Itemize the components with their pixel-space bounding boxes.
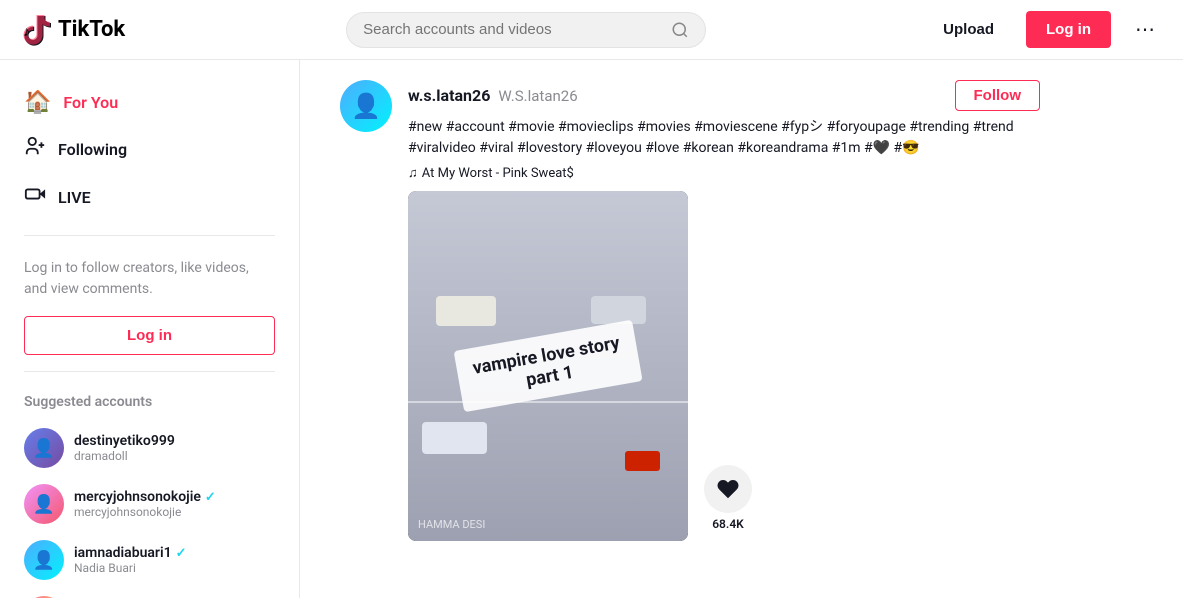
account-username: mercyjohnsonokojie ✓ <box>74 489 216 505</box>
sidebar: 🏠 For You Following LIVE <box>0 60 300 598</box>
following-icon <box>24 135 46 163</box>
video-watermark: HAMMA DESI <box>418 518 485 531</box>
account-handle: Nadia Buari <box>74 561 186 575</box>
verified-icon: ✓ <box>205 490 216 505</box>
list-item[interactable]: 👤 destinyetiko999 dramadoll <box>0 420 299 476</box>
search-icon <box>671 21 689 39</box>
search-input[interactable] <box>363 21 663 38</box>
sidebar-item-live[interactable]: LIVE <box>0 173 299 221</box>
post-container: 👤 w.s.latan26 W.S.latan26 Follow #new #a… <box>340 80 1040 541</box>
like-button[interactable]: 68.4K <box>704 465 752 531</box>
car-prop <box>436 296 496 326</box>
header-right: Upload Log in ⋯ <box>927 11 1163 48</box>
avatar: 👤 <box>24 484 64 524</box>
heart-icon <box>716 477 740 501</box>
post-description: #new #account #movie #movieclips #movies… <box>408 117 1040 159</box>
account-username: destinyetiko999 <box>74 433 175 449</box>
music-note-icon: ♫ <box>408 165 418 181</box>
login-button[interactable]: Log in <box>1026 11 1111 48</box>
feed: 👤 w.s.latan26 W.S.latan26 Follow #new #a… <box>300 60 1183 598</box>
logo-text: TikTok <box>58 17 125 42</box>
like-icon-circle <box>704 465 752 513</box>
car-prop <box>591 296 646 324</box>
account-info: iamnadiabuari1 ✓ Nadia Buari <box>74 545 186 575</box>
logo: ♪ TikTok <box>20 14 125 46</box>
more-options-button[interactable]: ⋯ <box>1127 13 1163 46</box>
sidebar-divider-2 <box>24 371 275 372</box>
account-handle: mercyjohnsonokojie <box>74 505 216 519</box>
sidebar-item-following[interactable]: Following <box>0 125 299 173</box>
account-info: mercyjohnsonokojie ✓ mercyjohnsonokojie <box>74 489 216 519</box>
sidebar-label-following: Following <box>58 140 127 159</box>
avatar: 👤 <box>24 540 64 580</box>
follow-button[interactable]: Follow <box>955 80 1041 111</box>
account-info: destinyetiko999 dramadoll <box>74 433 175 463</box>
upload-button[interactable]: Upload <box>927 13 1010 46</box>
sidebar-label-live: LIVE <box>58 188 91 207</box>
post-author-avatar[interactable]: 👤 <box>340 80 392 132</box>
post-music: ♫ At My Worst - Pink Sweat$ <box>408 165 1040 181</box>
header: ♪ TikTok Upload Log in ⋯ <box>0 0 1183 60</box>
list-item[interactable]: 👤 donjazzy ✓ donjazzy <box>0 588 299 598</box>
verified-icon: ✓ <box>176 546 187 561</box>
tiktok-logo-icon: ♪ <box>20 14 52 46</box>
home-icon: 🏠 <box>24 90 51 115</box>
sidebar-login-button[interactable]: Log in <box>24 316 275 355</box>
post-content: w.s.latan26 W.S.latan26 Follow #new #acc… <box>408 80 1040 541</box>
post-username[interactable]: w.s.latan26 <box>408 86 490 105</box>
sidebar-divider <box>24 235 275 236</box>
list-item[interactable]: 👤 iamnadiabuari1 ✓ Nadia Buari <box>0 532 299 588</box>
account-handle: dramadoll <box>74 449 175 463</box>
main-nav: 🏠 For You Following LIVE <box>0 80 299 221</box>
main-layout: 🏠 For You Following LIVE <box>0 0 1183 598</box>
sidebar-login-prompt: Log in to follow creators, like videos, … <box>0 250 299 316</box>
sidebar-label-for-you: For You <box>63 93 118 112</box>
search-bar[interactable] <box>346 12 706 48</box>
video-player[interactable]: vampire love storypart 1 HAMMA DESI <box>408 191 688 541</box>
like-count: 68.4K <box>712 517 744 531</box>
sidebar-item-for-you[interactable]: 🏠 For You <box>0 80 299 125</box>
post-display-name: W.S.latan26 <box>498 87 577 105</box>
list-item[interactable]: 👤 mercyjohnsonokojie ✓ mercyjohnsonokoji… <box>0 476 299 532</box>
avatar: 👤 <box>24 428 64 468</box>
suggested-accounts-title: Suggested accounts <box>0 386 299 420</box>
live-icon <box>24 183 46 211</box>
account-username: iamnadiabuari1 ✓ <box>74 545 186 561</box>
svg-text:♪: ♪ <box>23 23 30 39</box>
